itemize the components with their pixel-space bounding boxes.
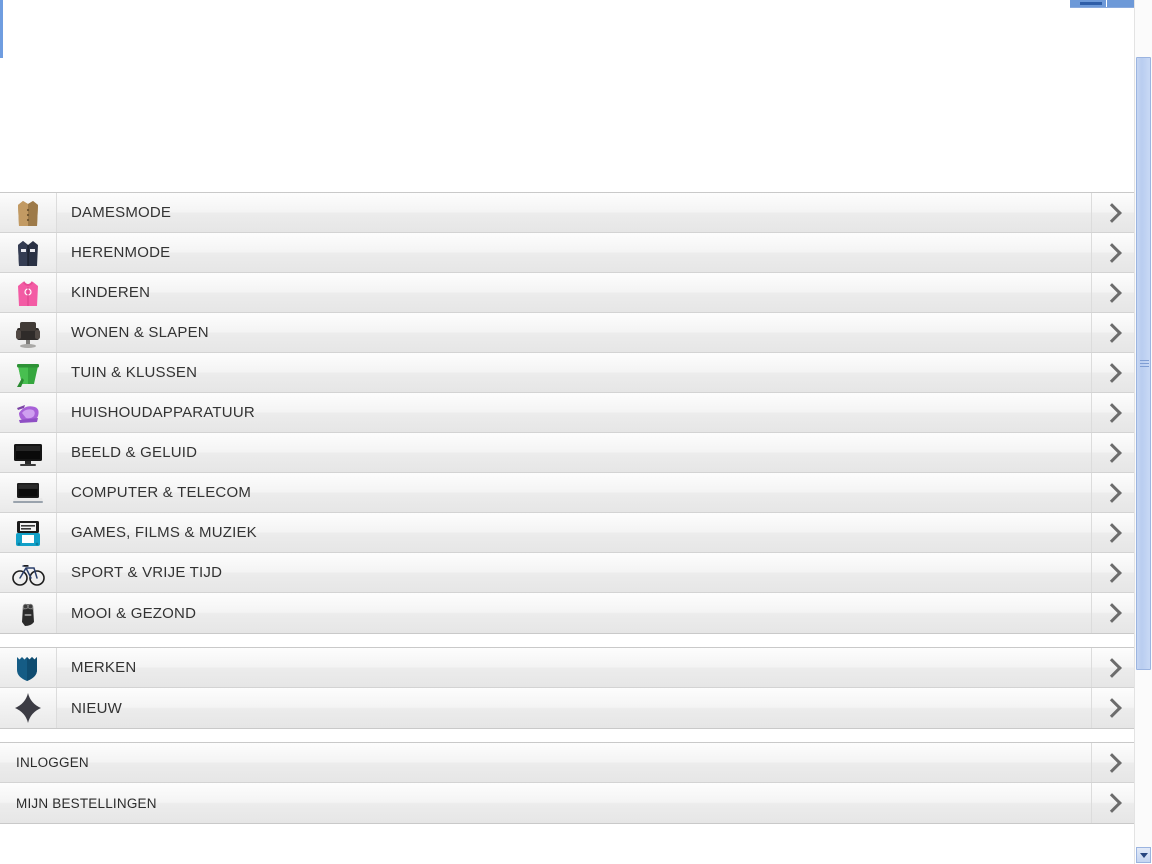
chevron-right-icon[interactable] xyxy=(1091,553,1136,592)
chevron-glyph xyxy=(1102,522,1122,543)
menu-row-label: DAMESMODE xyxy=(71,204,172,221)
menu-row[interactable]: INLOGGEN xyxy=(0,743,1136,783)
menu-row[interactable]: BEELD & GELUID xyxy=(0,433,1136,473)
chrome-divider xyxy=(1106,0,1107,7)
chevron-glyph xyxy=(1102,752,1122,773)
chevron-right-icon[interactable] xyxy=(1091,313,1136,352)
bicycle-icon xyxy=(0,553,57,592)
menu-group-categories: DAMESMODE HERENMODE KINDEREN WONEN & SLAPEN… xyxy=(0,192,1136,634)
chevron-glyph xyxy=(1102,202,1122,223)
scroll-down-button[interactable] xyxy=(1136,847,1151,863)
menu-row[interactable]: COMPUTER & TELECOM xyxy=(0,473,1136,513)
chevron-glyph xyxy=(1102,402,1122,423)
menu-row[interactable]: KINDEREN xyxy=(0,273,1136,313)
browser-chrome-left-edge xyxy=(0,0,3,58)
menu-row[interactable]: MOOI & GEZOND xyxy=(0,593,1136,633)
chevron-glyph xyxy=(1102,362,1122,383)
menu-row[interactable]: HERENMODE xyxy=(0,233,1136,273)
menu-row[interactable]: SPORT & VRIJE TIJD xyxy=(0,553,1136,593)
green-plant-pot-icon xyxy=(0,353,57,392)
shield-badge-icon xyxy=(0,648,57,687)
menu-row[interactable]: MERKEN xyxy=(0,648,1136,688)
chevron-right-icon[interactable] xyxy=(1091,743,1136,782)
chevron-glyph xyxy=(1102,657,1122,678)
menu-row-label: WONEN & SLAPEN xyxy=(71,324,209,341)
menu-row-label: MIJN BESTELLINGEN xyxy=(16,795,157,811)
chevron-glyph xyxy=(1102,482,1122,503)
menu-row-label: BEELD & GELUID xyxy=(71,444,198,461)
womens-coat-icon xyxy=(0,193,57,232)
chrome-notch xyxy=(1080,2,1102,5)
chevron-right-icon[interactable] xyxy=(1091,233,1136,272)
chevron-right-icon[interactable] xyxy=(1091,433,1136,472)
chevron-right-icon[interactable] xyxy=(1091,393,1136,432)
menu-row-label: HUISHOUDAPPARATUUR xyxy=(71,404,255,421)
chevron-glyph xyxy=(1102,603,1122,623)
chevron-right-icon[interactable] xyxy=(1091,513,1136,552)
menu-row-label: INLOGGEN xyxy=(16,755,89,770)
chevron-glyph xyxy=(1102,322,1122,343)
sparkle-star-icon xyxy=(0,688,57,728)
menu-row-label: TUIN & KLUSSEN xyxy=(71,364,198,381)
laptop-icon xyxy=(0,473,57,512)
chevron-right-icon[interactable] xyxy=(1091,593,1136,633)
menu-row-label: NIEUW xyxy=(71,699,122,717)
menu-group-highlights: MERKEN NIEUW xyxy=(0,647,1136,729)
chevron-right-icon[interactable] xyxy=(1091,273,1136,312)
chevron-glyph xyxy=(1102,282,1122,303)
menu-row-label: MERKEN xyxy=(71,659,137,676)
category-menu: DAMESMODE HERENMODE KINDEREN WONEN & SLAPEN… xyxy=(0,192,1136,824)
page-root: DAMESMODE HERENMODE KINDEREN WONEN & SLAPEN… xyxy=(0,0,1152,864)
chevron-right-icon[interactable] xyxy=(1091,688,1136,728)
handheld-console-icon xyxy=(0,513,57,552)
armchair-icon xyxy=(0,313,57,352)
chevron-glyph xyxy=(1102,698,1122,718)
scroll-down-arrow-icon xyxy=(1139,852,1148,858)
page-scrollbar[interactable] xyxy=(1134,0,1152,864)
chevron-right-icon[interactable] xyxy=(1091,648,1136,687)
chevron-glyph xyxy=(1102,793,1122,813)
menu-row[interactable]: DAMESMODE xyxy=(0,193,1136,233)
menu-row[interactable]: GAMES, FILMS & MUZIEK xyxy=(0,513,1136,553)
menu-row-label: KINDEREN xyxy=(71,284,151,301)
chevron-right-icon[interactable] xyxy=(1091,473,1136,512)
menu-row[interactable]: NIEUW xyxy=(0,688,1136,728)
scrollbar-grip-icon xyxy=(1140,359,1149,368)
purple-steam-iron-icon xyxy=(0,393,57,432)
menu-row-label: GAMES, FILMS & MUZIEK xyxy=(71,524,257,541)
menu-row[interactable]: HUISHOUDAPPARATUUR xyxy=(0,393,1136,433)
scrollbar-thumb[interactable] xyxy=(1136,57,1151,670)
television-icon xyxy=(0,433,57,472)
chevron-glyph xyxy=(1102,242,1122,263)
menu-row-label: SPORT & VRIJE TIJD xyxy=(71,564,223,581)
chevron-right-icon[interactable] xyxy=(1091,783,1136,823)
electric-shaver-icon xyxy=(0,593,57,633)
scrollbar-track[interactable] xyxy=(1135,0,1152,847)
chevron-right-icon[interactable] xyxy=(1091,193,1136,232)
chevron-glyph xyxy=(1102,562,1122,583)
menu-row-label: HERENMODE xyxy=(71,244,171,261)
menu-row-label: COMPUTER & TELECOM xyxy=(71,484,252,501)
menu-row[interactable]: MIJN BESTELLINGEN xyxy=(0,783,1136,823)
menu-row[interactable]: WONEN & SLAPEN xyxy=(0,313,1136,353)
mens-jacket-icon xyxy=(0,233,57,272)
menu-row[interactable]: TUIN & KLUSSEN xyxy=(0,353,1136,393)
menu-row-label: MOOI & GEZOND xyxy=(71,604,197,622)
chevron-glyph xyxy=(1102,442,1122,463)
kids-pink-hoodie-icon xyxy=(0,273,57,312)
menu-group-account: INLOGGEN MIJN BESTELLINGEN xyxy=(0,742,1136,824)
chevron-right-icon[interactable] xyxy=(1091,353,1136,392)
